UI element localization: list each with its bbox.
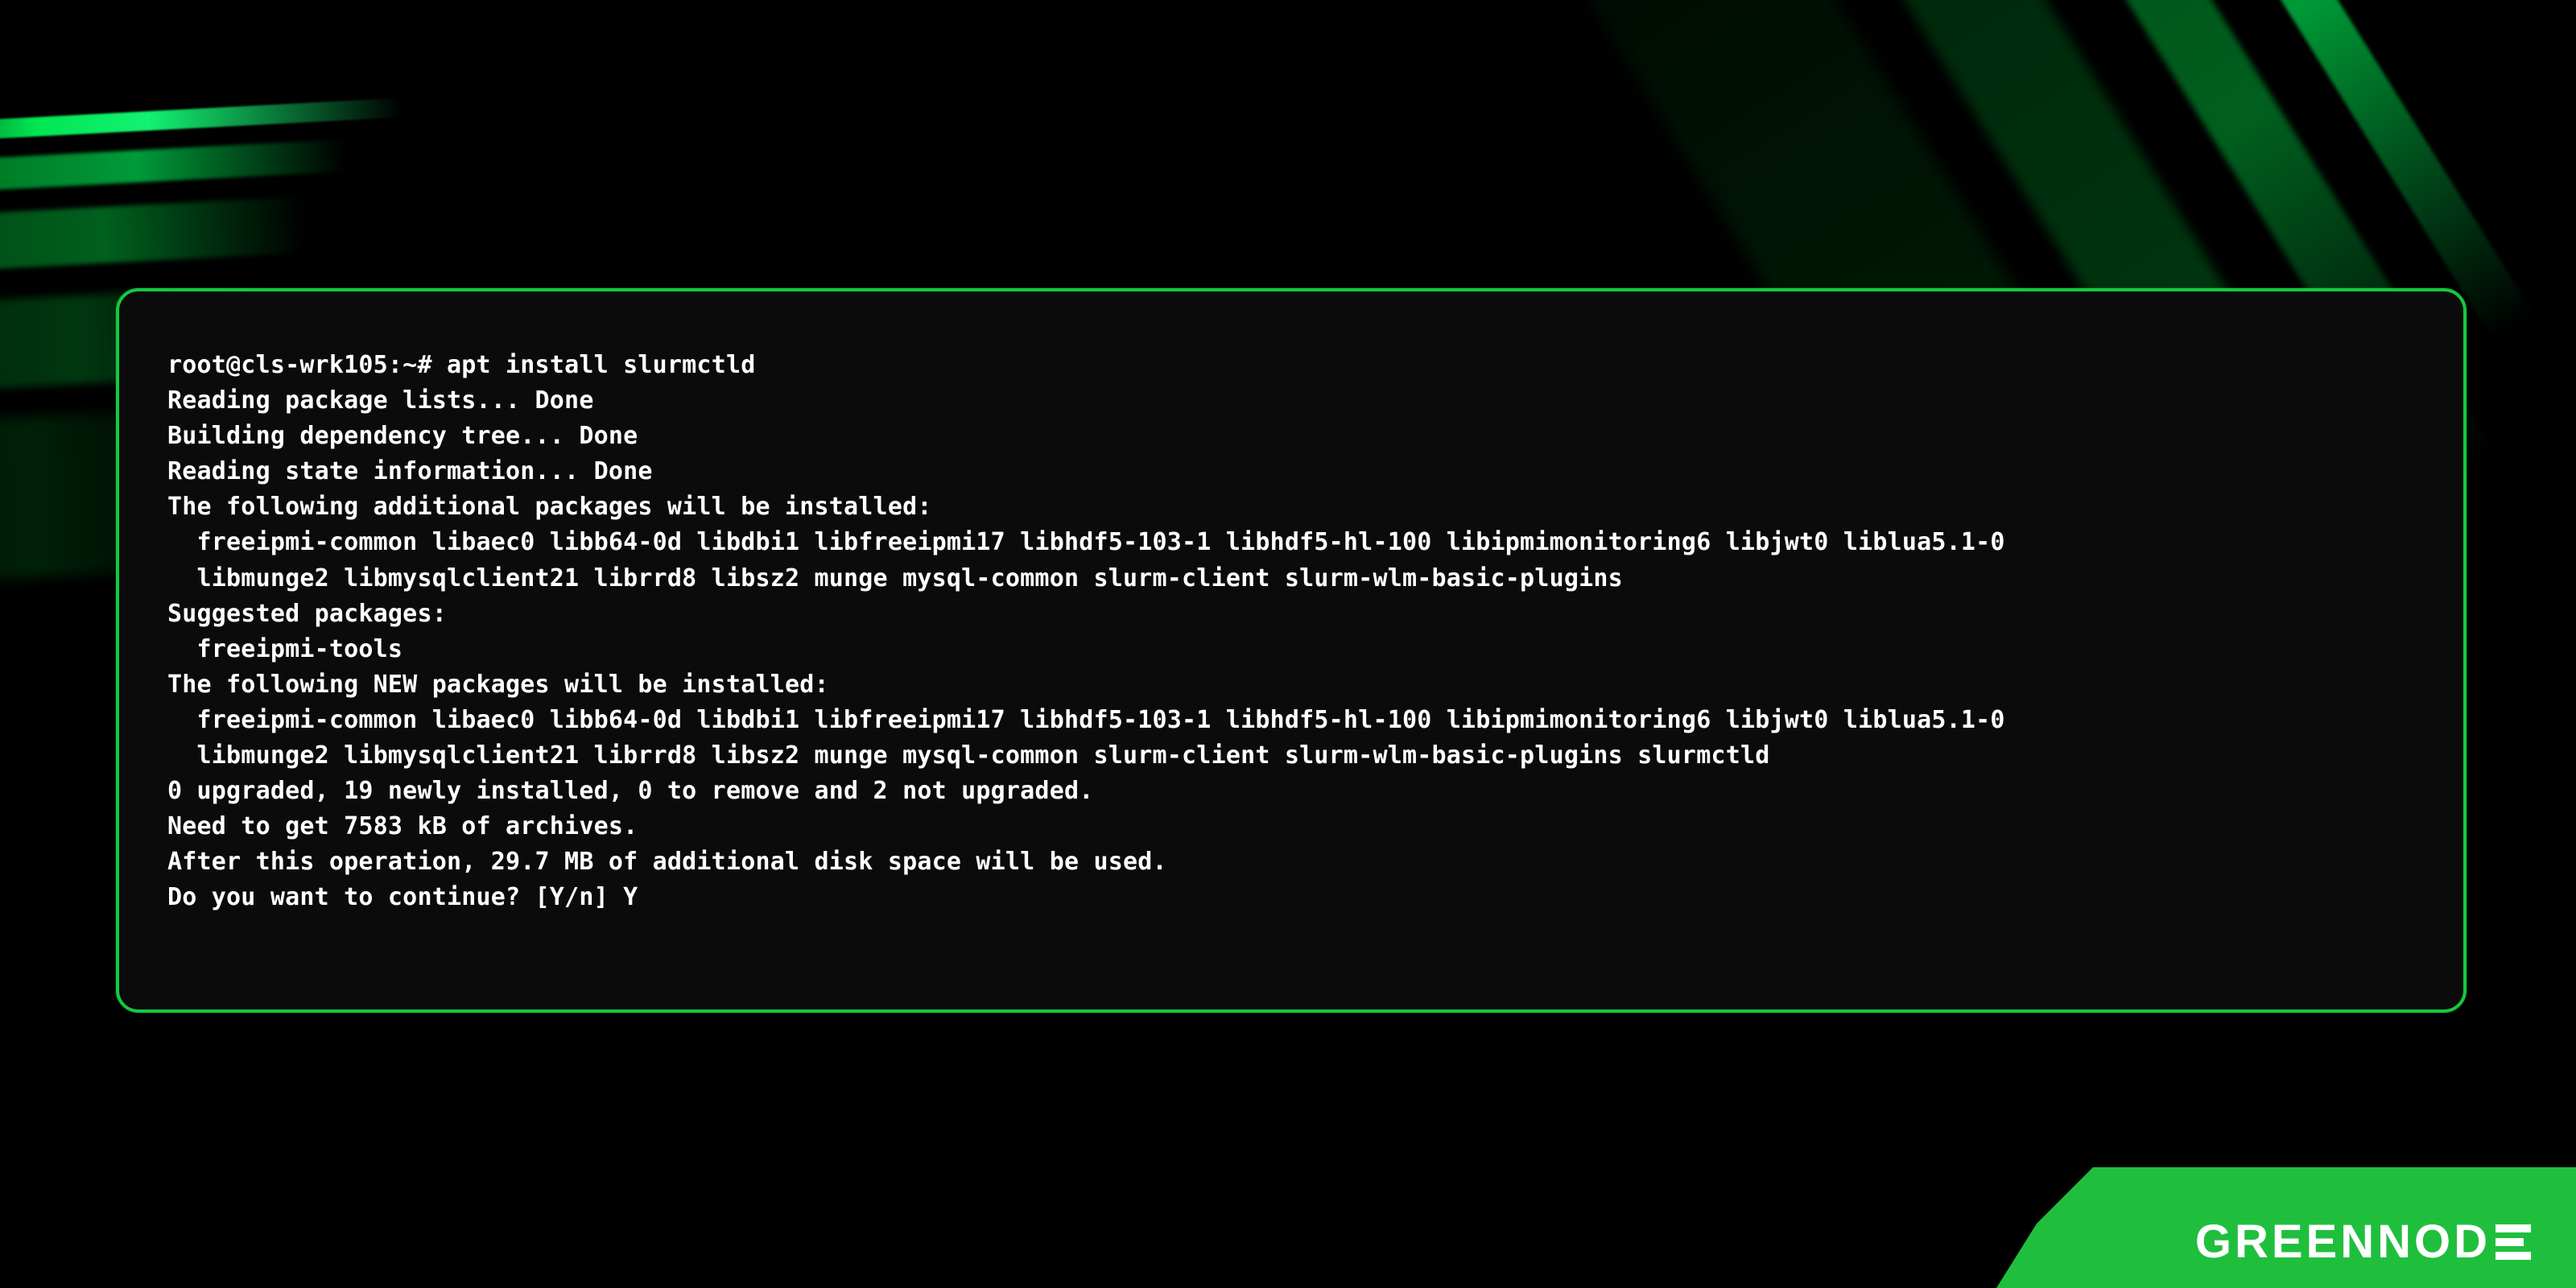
- brand-e-glyph-icon: [2496, 1224, 2531, 1260]
- brand-badge: GREENNOD: [1996, 1167, 2576, 1288]
- brand-name-text: GREENNOD: [2195, 1215, 2491, 1269]
- terminal-line: Suggested packages:: [167, 600, 447, 628]
- terminal-line: The following NEW packages will be insta…: [167, 671, 829, 699]
- terminal-output: root@cls-wrk105:~# apt install slurmctld…: [167, 348, 2415, 916]
- terminal-line: Need to get 7583 kB of archives.: [167, 812, 638, 840]
- brand-logo: GREENNOD: [2195, 1215, 2531, 1269]
- terminal-line: The following additional packages will b…: [167, 493, 932, 521]
- terminal-line: Reading state information... Done: [167, 457, 653, 485]
- terminal-line: Reading package lists... Done: [167, 386, 594, 415]
- terminal-line: freeipmi-common libaec0 libb64-0d libdbi…: [167, 706, 2005, 734]
- terminal-window[interactable]: root@cls-wrk105:~# apt install slurmctld…: [116, 288, 2467, 1013]
- terminal-prompt: root@cls-wrk105:~#: [167, 351, 432, 379]
- terminal-line: libmunge2 libmysqlclient21 librrd8 libsz…: [167, 564, 1623, 592]
- terminal-line: 0 upgraded, 19 newly installed, 0 to rem…: [167, 777, 1093, 805]
- terminal-line: freeipmi-tools: [167, 635, 402, 663]
- terminal-line: After this operation, 29.7 MB of additio…: [167, 848, 1167, 876]
- terminal-line: Building dependency tree... Done: [167, 422, 638, 450]
- terminal-line: libmunge2 libmysqlclient21 librrd8 libsz…: [167, 741, 1770, 770]
- terminal-command: apt install slurmctld: [447, 351, 756, 379]
- terminal-line: freeipmi-common libaec0 libb64-0d libdbi…: [167, 528, 2005, 556]
- terminal-line: Do you want to continue? [Y/n] Y: [167, 883, 638, 911]
